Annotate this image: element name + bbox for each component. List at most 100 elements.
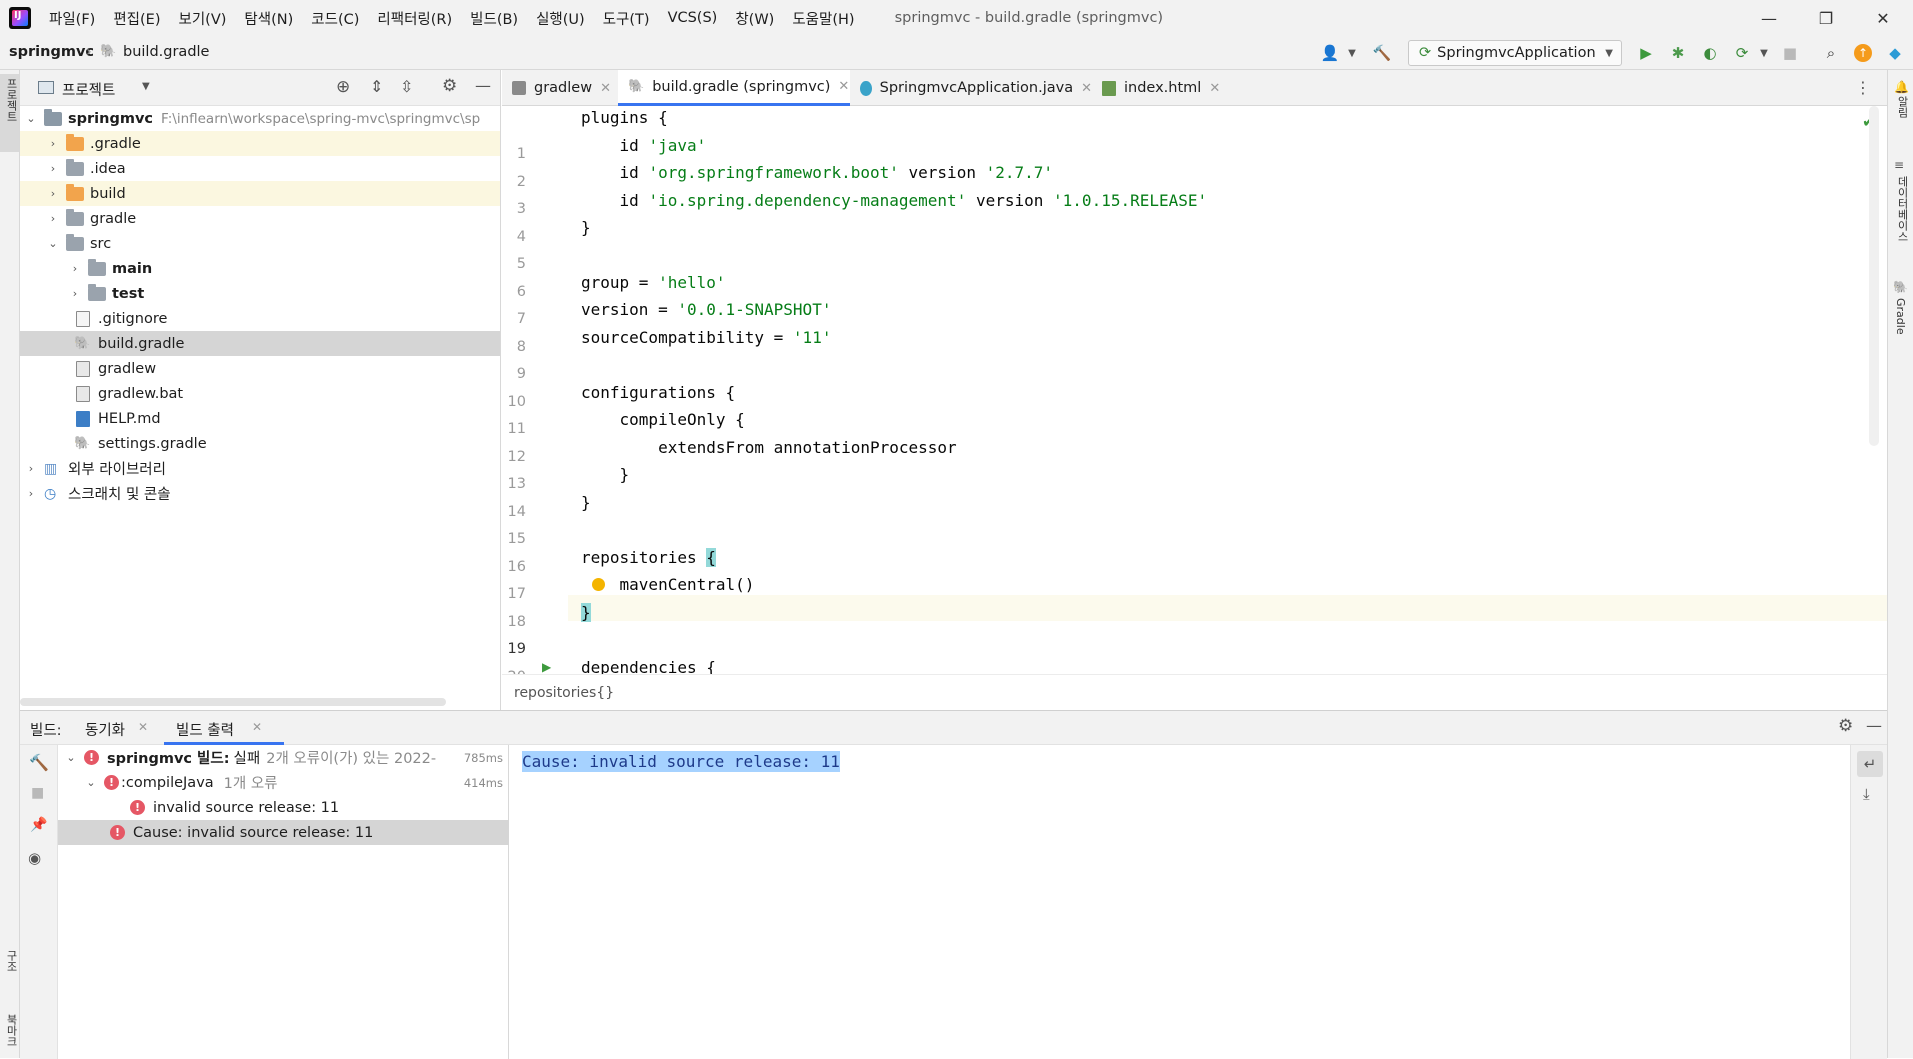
tree-item-gradlew[interactable]: gradlew [20,356,500,381]
bookmarks-tool-button[interactable]: 북마크 [3,1014,19,1047]
menu-help[interactable]: 도움말(H) [792,8,854,29]
build-hammer-icon[interactable]: 🔨 [1370,42,1394,64]
tree-item-springmvc[interactable]: ⌄ springmvc F:\inflearn\workspace\spring… [20,106,500,131]
tree-item-build-gradle[interactable]: 🐘 build.gradle [20,331,500,356]
tree-label: springmvc [68,110,153,127]
debug-icon[interactable]: ✱ [1666,42,1690,64]
build-results-tree: ⌄ ! springmvc 빌드: 실패 2개 오류이(가) 있는 2022- … [58,745,509,1059]
menu-vcs[interactable]: VCS(S) [668,10,718,26]
menu-navigate[interactable]: 탐색(N) [244,8,293,29]
tree-item-settings-gradle[interactable]: 🐘 settings.gradle [20,431,500,456]
menu-run[interactable]: 실행(U) [536,8,585,29]
tree-item-test[interactable]: › test [20,281,500,306]
user-icon[interactable]: 👤 [1318,42,1342,64]
build-result-error[interactable]: ! invalid source release: 11 [58,795,509,820]
gear-icon[interactable]: ⚙ [1838,716,1853,736]
menu-refactor[interactable]: 리팩터링(R) [377,8,452,29]
tab-index-html[interactable]: index.html ✕ [1092,70,1222,106]
notifications-label[interactable]: 알림 [1894,96,1910,118]
tree-item-gradlew-bat[interactable]: gradlew.bat [20,381,500,406]
soft-wrap-icon[interactable]: ↵ [1857,751,1883,777]
menu-edit[interactable]: 편집(E) [113,8,160,29]
search-icon[interactable]: ⌕ [1819,42,1843,64]
close-icon[interactable]: ✕ [1081,81,1092,96]
structure-tool-button[interactable]: 구조 [3,950,19,972]
tree-item-build[interactable]: › build [20,181,500,206]
eye-icon[interactable]: ◉ [28,849,41,867]
tree-item-gradle-dir[interactable]: › .gradle [20,131,500,156]
build-row-title: :compileJava [121,774,214,791]
tree-item-idea[interactable]: › .idea [20,156,500,181]
menu-build[interactable]: 빌드(B) [470,8,518,29]
run-icon[interactable]: ▶ [1634,42,1658,64]
close-icon[interactable]: ✕ [838,79,849,94]
menu-window[interactable]: 창(W) [735,8,774,29]
project-panel-title[interactable]: 프로젝트 [62,79,115,100]
run-gutter-icon[interactable]: ▶ [542,660,551,674]
gradle-elephant-icon: 🐘 [628,79,645,94]
jetbrains-toolbox-icon[interactable]: ◆ [1883,42,1907,64]
breadcrumb-file[interactable]: build.gradle [123,44,209,60]
chevron-down-icon[interactable]: ▼ [142,81,150,92]
project-tool-button[interactable]: 프로젝트 [0,74,19,152]
close-icon[interactable]: ✕ [1209,81,1220,96]
collapse-all-icon[interactable]: ⇳ [400,77,413,96]
close-icon[interactable]: ✕ [138,720,148,734]
menu-file[interactable]: 파일(F) [49,8,95,29]
tree-item-external-libraries[interactable]: › ▥ 외부 라이브러리 [20,456,500,481]
build-output-console[interactable]: Cause: invalid source release: 11 [510,745,1850,1059]
chevron-down-icon[interactable]: ▼ [1752,42,1776,64]
gear-icon[interactable]: ⚙ [442,76,457,96]
close-icon[interactable]: ✕ [600,81,611,96]
build-hammer-icon[interactable]: 🔨 [29,753,49,772]
expand-all-icon[interactable]: ⇕ [370,77,383,96]
tab-gradlew[interactable]: gradlew ✕ [502,70,618,106]
build-result-cause[interactable]: ! Cause: invalid source release: 11 [58,820,509,845]
profile-icon[interactable]: ⟳ [1730,42,1754,64]
tree-item-help-md[interactable]: HELP.md [20,406,500,431]
close-icon[interactable]: ✕ [252,720,262,734]
tree-item-scratches[interactable]: › ◷ 스크래치 및 콘솔 [20,481,500,506]
hide-icon[interactable]: — [1866,716,1882,735]
tree-item-gitignore[interactable]: .gitignore [20,306,500,331]
tab-sync[interactable]: 동기화 [85,719,125,740]
tab-springmvc-application[interactable]: SpringmvcApplication.java ✕ [850,70,1092,106]
menu-tools[interactable]: 도구(T) [603,8,650,29]
tab-build-gradle[interactable]: 🐘 build.gradle (springmvc) ✕ [618,70,850,106]
close-window-button[interactable]: ✕ [1859,0,1907,36]
update-icon[interactable]: ↑ [1851,42,1875,64]
minimize-button[interactable]: — [1745,0,1793,36]
locate-icon[interactable]: ⊕ [336,77,350,97]
breadcrumb-project[interactable]: springmvc [9,44,94,60]
gradle-elephant-icon[interactable]: 🐘 [1893,280,1908,294]
tab-build-output[interactable]: 빌드 출력 ✕ [164,711,284,745]
database-label[interactable]: 데이터베이스 [1894,176,1910,242]
chevron-down-icon[interactable]: ▼ [1340,42,1364,64]
build-result-compilejava[interactable]: ⌄ ! :compileJava 1개 오류 414ms [58,770,509,795]
tree-item-src[interactable]: ⌄ src [20,231,500,256]
scroll-to-end-icon[interactable]: ⤓ [1863,785,1870,803]
tree-item-main[interactable]: › main [20,256,500,281]
build-result-root[interactable]: ⌄ ! springmvc 빌드: 실패 2개 오류이(가) 있는 2022- … [58,745,509,770]
restore-button[interactable]: ❐ [1802,0,1850,36]
run-config-selector[interactable]: ⟳ SpringmvcApplication ▼ [1408,40,1622,66]
notifications-icon[interactable]: 🔔 [1894,80,1909,94]
stop-icon[interactable]: ■ [1778,42,1802,64]
menu-code[interactable]: 코드(C) [311,8,359,29]
lightbulb-icon[interactable] [592,578,605,591]
database-icon[interactable]: ≡ [1894,158,1904,172]
more-tabs-icon[interactable]: ⋮ [1855,78,1871,97]
code-breadcrumb[interactable]: repositories{} [502,674,1887,710]
stop-icon[interactable]: ■ [31,785,44,801]
menu-view[interactable]: 보기(V) [179,8,227,29]
chevron-right-icon: › [28,462,34,475]
hide-icon[interactable]: — [475,76,491,95]
tree-item-gradle[interactable]: › gradle [20,206,500,231]
code-line: extendsFrom annotationProcessor [581,438,957,457]
horizontal-scrollbar[interactable] [20,698,446,706]
vertical-scrollbar[interactable] [1869,106,1879,446]
coverage-icon[interactable]: ◐ [1698,42,1722,64]
gradle-label[interactable]: Gradle [1894,298,1907,335]
code-line: version = '0.0.1-SNAPSHOT' [581,300,832,319]
pin-icon[interactable]: 📌 [30,817,47,833]
